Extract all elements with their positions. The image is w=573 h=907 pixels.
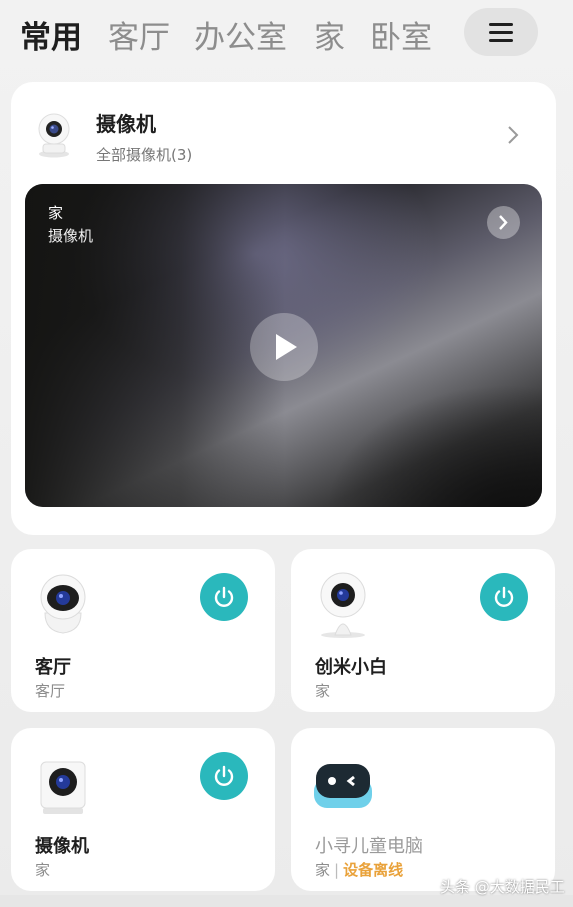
camera-card: 摄像机 全部摄像机(3) 家 摄像机 [11, 82, 556, 535]
tab-office[interactable]: 办公室 [194, 12, 287, 57]
device-room-status: 家 | 设备离线 [315, 859, 403, 880]
power-button[interactable] [480, 573, 528, 621]
device-card-camera[interactable]: 摄像机 家 [11, 728, 275, 891]
chevron-right-icon [508, 126, 519, 144]
power-icon [214, 765, 234, 786]
tab-bedroom[interactable]: 卧室 [370, 12, 432, 57]
offline-status: 设备离线 [343, 861, 404, 879]
status-separator: | [334, 861, 340, 879]
tab-home[interactable]: 家 [314, 12, 345, 57]
device-card-chuangmi-camera[interactable]: 创米小白 家 [291, 549, 555, 712]
device-room: 家 [315, 861, 331, 879]
device-name: 小寻儿童电脑 [315, 836, 423, 857]
camera-card-header[interactable]: 摄像机 全部摄像机(3) [11, 82, 556, 178]
preview-room-label: 家 [48, 204, 64, 222]
power-icon [214, 586, 234, 607]
menu-button[interactable] [464, 8, 538, 56]
device-name: 客厅 [35, 657, 71, 678]
power-button[interactable] [200, 573, 248, 621]
preview-camera-name: 摄像机 [48, 227, 94, 245]
tab-common[interactable]: 常用 [20, 12, 82, 57]
camera-card-subtitle: 全部摄像机(3) [96, 146, 193, 164]
chevron-right-icon [499, 215, 508, 230]
square-camera-icon [40, 761, 86, 814]
device-card-kids-computer[interactable]: 小寻儿童电脑 家 | 设备离线 [291, 728, 555, 891]
device-card-living-room-camera[interactable]: 客厅 客厅 [11, 549, 275, 712]
play-button[interactable] [250, 313, 318, 381]
room-tab-bar: 常用 客厅 办公室 家 卧室 [0, 0, 573, 70]
preview-open-button[interactable] [487, 206, 520, 239]
camera-device-icon [38, 113, 70, 158]
device-name: 摄像机 [35, 836, 89, 857]
kids-computer-icon [314, 764, 372, 808]
power-button[interactable] [200, 752, 248, 800]
power-icon [494, 586, 514, 607]
watermark-text: 头条 @大数据民工 [440, 878, 565, 896]
play-icon [276, 334, 297, 360]
device-name: 创米小白 [315, 657, 387, 678]
camera-live-preview[interactable]: 家 摄像机 [25, 184, 542, 507]
tab-living-room[interactable]: 客厅 [108, 12, 170, 57]
dome-camera-icon [40, 574, 86, 634]
stand-camera-icon [320, 572, 366, 638]
device-room: 家 [315, 682, 331, 700]
camera-card-title: 摄像机 [96, 112, 156, 136]
device-room: 客厅 [35, 682, 66, 700]
device-room: 家 [35, 861, 51, 879]
